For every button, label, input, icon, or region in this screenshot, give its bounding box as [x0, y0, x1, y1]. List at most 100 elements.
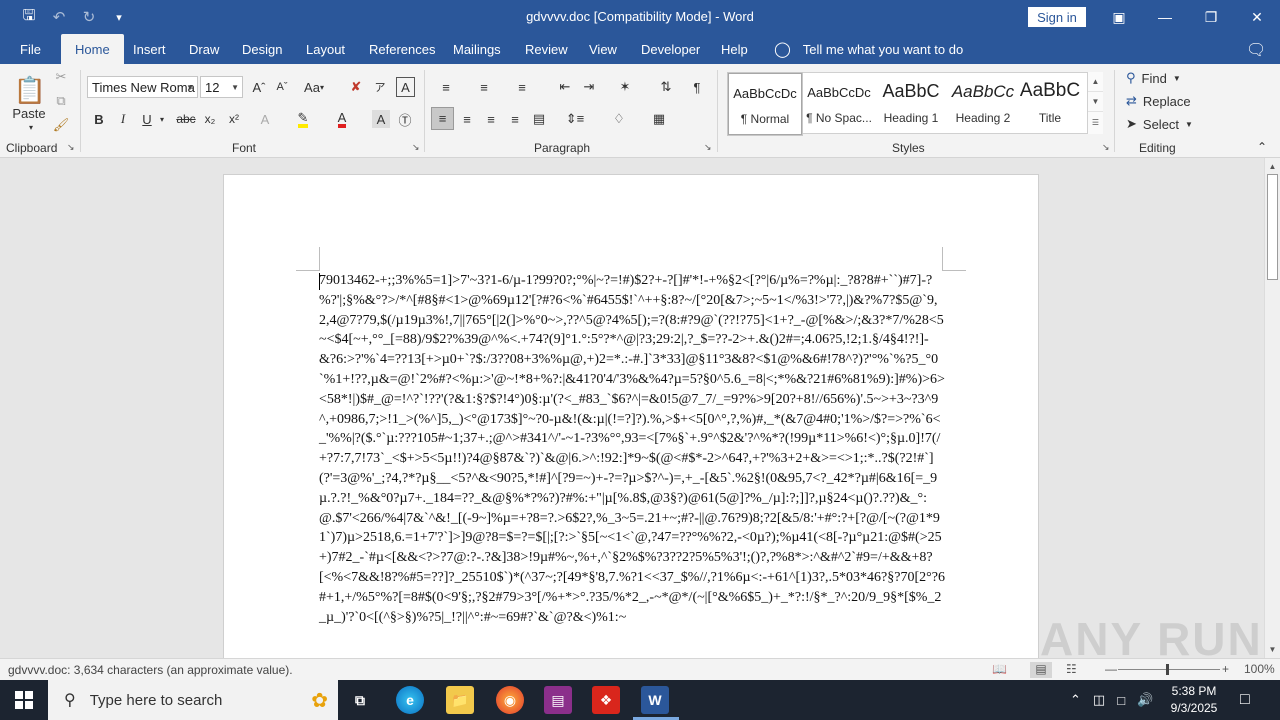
- word-icon[interactable]: W: [641, 686, 669, 714]
- justify-button[interactable]: ≡: [506, 110, 524, 128]
- ribbon-display-options-icon[interactable]: ▣: [1096, 0, 1142, 34]
- align-center-button[interactable]: ≡: [458, 110, 476, 128]
- underline-button[interactable]: U: [138, 110, 156, 128]
- paste-dropdown-icon[interactable]: ▾: [24, 122, 38, 132]
- phonetic-guide-icon[interactable]: ア: [371, 78, 389, 96]
- shrink-font-icon[interactable]: Aˇ: [273, 78, 291, 96]
- more-styles-icon[interactable]: ☰: [1088, 112, 1103, 132]
- font-size-box[interactable]: 12 ▼: [200, 76, 243, 98]
- comments-icon[interactable]: 🗨: [1246, 40, 1266, 60]
- grow-font-icon[interactable]: Aˆ: [250, 78, 268, 96]
- read-mode-icon[interactable]: 📖: [992, 662, 1007, 676]
- scroll-down-icon[interactable]: ▼: [1265, 642, 1280, 656]
- shading-icon[interactable]: ♢: [606, 110, 632, 128]
- acrobat-icon[interactable]: ❖: [592, 686, 620, 714]
- copy-icon[interactable]: ⧉: [52, 92, 70, 110]
- tab-view[interactable]: View: [589, 34, 617, 64]
- task-view-icon[interactable]: ⧉: [346, 686, 374, 714]
- chevron-down-icon[interactable]: ▼: [231, 83, 239, 92]
- tab-insert[interactable]: Insert: [133, 34, 166, 64]
- sort-icon[interactable]: ⇅: [657, 78, 675, 96]
- select-button[interactable]: ➤ Select ▼: [1126, 116, 1193, 132]
- font-launcher-icon[interactable]: ↘: [412, 142, 420, 153]
- tab-home[interactable]: Home: [61, 34, 124, 64]
- notification-icon[interactable]: □: [1240, 680, 1250, 720]
- document-body-text[interactable]: 79013462-+;;3%%5=1]>7'~3?1-6/µ-1?99?0?;°…: [319, 271, 945, 627]
- replace-button[interactable]: ⇄ Replace: [1126, 93, 1191, 109]
- maximize-button[interactable]: ❐: [1188, 0, 1234, 34]
- network-icon[interactable]: ◫: [1093, 692, 1105, 708]
- winrar-icon[interactable]: ▤: [544, 686, 572, 714]
- collapse-ribbon-icon[interactable]: ⌃: [1254, 140, 1270, 154]
- font-name-box[interactable]: Times New Roma ▼: [87, 76, 198, 98]
- tab-review[interactable]: Review: [525, 34, 568, 64]
- print-layout-icon[interactable]: ▤: [1030, 662, 1052, 678]
- chevron-down-icon[interactable]: ▼: [1088, 92, 1103, 112]
- increase-indent-icon[interactable]: ⇥: [580, 78, 598, 96]
- zoom-level[interactable]: 100%: [1244, 662, 1275, 676]
- vertical-scrollbar[interactable]: ▲ ▼: [1264, 158, 1280, 658]
- bold-button[interactable]: B: [90, 110, 108, 128]
- styles-launcher-icon[interactable]: ↘: [1102, 142, 1110, 153]
- sign-in-button[interactable]: Sign in: [1028, 7, 1086, 27]
- scroll-up-icon[interactable]: ▲: [1265, 159, 1280, 173]
- highlight-icon[interactable]: ✎: [293, 110, 313, 128]
- file-explorer-icon[interactable]: 📁: [446, 686, 474, 714]
- decrease-indent-icon[interactable]: ⇤: [556, 78, 574, 96]
- underline-dropdown-icon[interactable]: ▾: [157, 110, 167, 128]
- line-spacing-icon[interactable]: ⇕≡: [562, 110, 588, 128]
- tell-me-search[interactable]: ◯ Tell me what you want to do: [774, 34, 963, 64]
- zoom-out-icon[interactable]: —: [1105, 662, 1117, 676]
- style-no-spacing[interactable]: AaBbCcDc ¶ No Spac...: [802, 73, 876, 135]
- zoom-slider-thumb[interactable]: [1166, 664, 1169, 675]
- superscript-button[interactable]: x²: [225, 110, 243, 128]
- tab-developer[interactable]: Developer: [641, 34, 700, 64]
- taskbar-clock[interactable]: 5:38 PM 9/3/2025: [1166, 683, 1222, 717]
- volume-icon[interactable]: 🔊: [1137, 692, 1153, 708]
- tab-file[interactable]: File: [20, 34, 41, 64]
- distributed-button[interactable]: ▤: [530, 110, 548, 128]
- character-shading-icon[interactable]: A: [372, 110, 390, 128]
- character-border-icon[interactable]: A: [396, 77, 415, 97]
- document-page[interactable]: 79013462-+;;3%%5=1]>7'~3?1-6/µ-1?99?0?;°…: [223, 174, 1039, 658]
- asian-layout-icon[interactable]: ✶: [612, 78, 638, 96]
- edge-icon[interactable]: e: [396, 686, 424, 714]
- text-effects-icon[interactable]: A: [256, 110, 274, 128]
- zoom-in-icon[interactable]: +: [1222, 662, 1229, 676]
- chevron-down-icon[interactable]: ▼: [186, 83, 194, 92]
- borders-icon[interactable]: ▦: [646, 110, 672, 128]
- clipboard-launcher-icon[interactable]: ↘: [67, 142, 75, 153]
- monitor-icon[interactable]: □: [1117, 693, 1125, 708]
- paragraph-launcher-icon[interactable]: ↘: [704, 142, 712, 153]
- align-right-button[interactable]: ≡: [482, 110, 500, 128]
- chevron-up-icon[interactable]: ▲: [1088, 72, 1103, 92]
- web-layout-icon[interactable]: ☷: [1066, 662, 1077, 676]
- style-heading-2[interactable]: AaBbCc Heading 2: [946, 73, 1020, 135]
- tab-design[interactable]: Design: [242, 34, 282, 64]
- scroll-thumb[interactable]: [1267, 174, 1278, 280]
- change-case-button[interactable]: Aa ▾: [300, 78, 328, 96]
- tab-help[interactable]: Help: [721, 34, 748, 64]
- chevron-up-icon[interactable]: ⌃: [1070, 692, 1081, 708]
- strikethrough-button[interactable]: abc: [176, 110, 196, 128]
- close-button[interactable]: ✕: [1234, 0, 1280, 34]
- minimize-button[interactable]: —: [1142, 0, 1188, 34]
- style-normal[interactable]: AaBbCcDc ¶ Normal: [727, 72, 803, 136]
- multilevel-list-icon[interactable]: ≡: [510, 78, 534, 96]
- enclose-characters-icon[interactable]: Ⓣ: [396, 110, 414, 128]
- zoom-slider-track[interactable]: [1118, 669, 1220, 670]
- taskbar-search-box[interactable]: ⚲ Type here to search ✿: [48, 680, 338, 720]
- italic-button[interactable]: I: [114, 110, 132, 128]
- document-area[interactable]: 79013462-+;;3%%5=1]>7'~3?1-6/µ-1?99?0?;°…: [0, 158, 1264, 658]
- clear-formatting-icon[interactable]: ✘: [347, 78, 365, 96]
- font-color-icon[interactable]: A: [332, 110, 352, 128]
- subscript-button[interactable]: x₂: [201, 110, 219, 128]
- style-heading-1[interactable]: AaBbC Heading 1: [874, 73, 948, 135]
- style-title[interactable]: AaBbC Title: [1014, 73, 1086, 135]
- numbering-icon[interactable]: ≡: [472, 78, 496, 96]
- bullets-icon[interactable]: ≡: [434, 78, 458, 96]
- tab-mailings[interactable]: Mailings: [453, 34, 501, 64]
- paste-button[interactable]: Paste: [8, 104, 50, 122]
- firefox-icon[interactable]: ◉: [496, 686, 524, 714]
- tab-layout[interactable]: Layout: [306, 34, 345, 64]
